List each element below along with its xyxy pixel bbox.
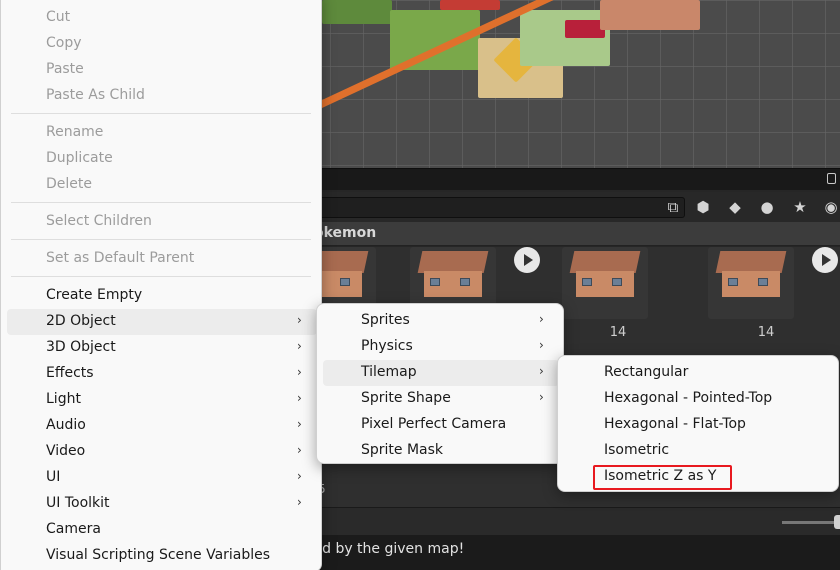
menu-item-video[interactable]: Video › bbox=[7, 439, 317, 465]
tile-grass bbox=[322, 0, 392, 24]
menu-item-3d-object[interactable]: 3D Object › bbox=[7, 335, 317, 361]
play-preview-icon[interactable] bbox=[514, 247, 540, 273]
chevron-right-icon: › bbox=[297, 495, 302, 509]
filter-by-label-icon[interactable]: ◆ bbox=[724, 197, 746, 217]
lock-icon[interactable] bbox=[827, 173, 836, 184]
chevron-right-icon: › bbox=[539, 364, 544, 378]
hidden-packages-icon[interactable]: ◉ bbox=[820, 197, 840, 217]
menu-item-pixel-perfect-camera[interactable]: Pixel Perfect Camera bbox=[323, 412, 559, 438]
asset-thumbnail[interactable] bbox=[562, 247, 648, 319]
menu-separator bbox=[11, 202, 311, 203]
menu-item-delete[interactable]: Delete bbox=[7, 172, 317, 198]
menu-item-sprite-shape[interactable]: Sprite Shape › bbox=[323, 386, 559, 412]
submenu-2d-object: Sprites › Physics › Tilemap › Sprite Shape ›… bbox=[316, 303, 564, 464]
menu-item-ui-toolkit[interactable]: UI Toolkit › bbox=[7, 491, 317, 517]
favorite-star-icon[interactable]: ★ bbox=[789, 197, 811, 217]
menu-item-rectangular[interactable]: Rectangular bbox=[564, 360, 834, 386]
filter-by-type-icon[interactable]: ⬢ bbox=[692, 197, 714, 217]
menu-item-paste[interactable]: Paste bbox=[7, 57, 317, 83]
tile-field-red bbox=[565, 20, 605, 38]
annotation-highlight-box bbox=[593, 465, 732, 490]
warning-icon[interactable]: ● bbox=[756, 197, 778, 217]
menu-item-hexagonal-pointed-top[interactable]: Hexagonal - Pointed-Top bbox=[564, 386, 834, 412]
tile-field bbox=[520, 10, 610, 66]
menu-item-create-empty[interactable]: Create Empty bbox=[7, 283, 317, 309]
breadcrumb-folder[interactable]: okemon bbox=[314, 225, 376, 241]
menu-item-camera[interactable]: Camera bbox=[7, 517, 317, 543]
menu-item-physics[interactable]: Physics › bbox=[323, 334, 559, 360]
menu-item-select-children[interactable]: Select Children bbox=[7, 209, 317, 235]
menu-item-visual-scripting-scene-variables[interactable]: Visual Scripting Scene Variables bbox=[7, 543, 317, 569]
asset-frame-count: 14 bbox=[609, 325, 627, 340]
menu-item-audio[interactable]: Audio › bbox=[7, 413, 317, 439]
menu-item-ui[interactable]: UI › bbox=[7, 465, 317, 491]
tile-red bbox=[440, 0, 500, 10]
menu-separator bbox=[11, 239, 311, 240]
menu-item-sprites[interactable]: Sprites › bbox=[323, 308, 559, 334]
menu-item-duplicate[interactable]: Duplicate bbox=[7, 146, 317, 172]
chevron-right-icon: › bbox=[539, 312, 544, 326]
chevron-right-icon: › bbox=[297, 469, 302, 483]
chevron-right-icon: › bbox=[297, 443, 302, 457]
thumbnail-size-slider[interactable] bbox=[782, 521, 840, 524]
menu-item-isometric[interactable]: Isometric bbox=[564, 438, 834, 464]
play-preview-icon[interactable] bbox=[812, 247, 838, 273]
chevron-right-icon: › bbox=[539, 390, 544, 404]
menu-item-effects[interactable]: Effects › bbox=[7, 361, 317, 387]
menu-item-light[interactable]: Light › bbox=[7, 387, 317, 413]
menu-item-set-default-parent[interactable]: Set as Default Parent bbox=[7, 246, 317, 272]
hierarchy-context-menu: Cut Copy Paste Paste As Child Rename Dup… bbox=[0, 0, 322, 570]
chevron-right-icon: › bbox=[297, 417, 302, 431]
search-by-type-icon[interactable]: ⧉ bbox=[662, 197, 684, 217]
menu-item-rename[interactable]: Rename bbox=[7, 120, 317, 146]
chevron-right-icon: › bbox=[297, 391, 302, 405]
menu-item-2d-object[interactable]: 2D Object › bbox=[7, 309, 317, 335]
menu-item-paste-as-child[interactable]: Paste As Child bbox=[7, 83, 317, 109]
chevron-right-icon: › bbox=[297, 339, 302, 353]
menu-item-tilemap[interactable]: Tilemap › bbox=[323, 360, 559, 386]
chevron-right-icon: › bbox=[297, 365, 302, 379]
status-message: ted by the given map! bbox=[308, 541, 465, 557]
project-search-input[interactable] bbox=[300, 197, 685, 218]
menu-item-hexagonal-flat-top[interactable]: Hexagonal - Flat-Top bbox=[564, 412, 834, 438]
asset-thumbnail[interactable] bbox=[708, 247, 794, 319]
menu-item-copy[interactable]: Copy bbox=[7, 31, 317, 57]
tile-brick bbox=[600, 0, 700, 30]
asset-frame-count: 14 bbox=[757, 325, 775, 340]
menu-separator bbox=[11, 113, 311, 114]
menu-item-cut[interactable]: Cut bbox=[7, 5, 317, 31]
menu-item-sprite-mask[interactable]: Sprite Mask bbox=[323, 438, 559, 464]
menu-separator bbox=[11, 276, 311, 277]
chevron-right-icon: › bbox=[539, 338, 544, 352]
chevron-right-icon: › bbox=[297, 313, 302, 327]
thumbnail-size-slider-knob[interactable] bbox=[834, 515, 840, 529]
